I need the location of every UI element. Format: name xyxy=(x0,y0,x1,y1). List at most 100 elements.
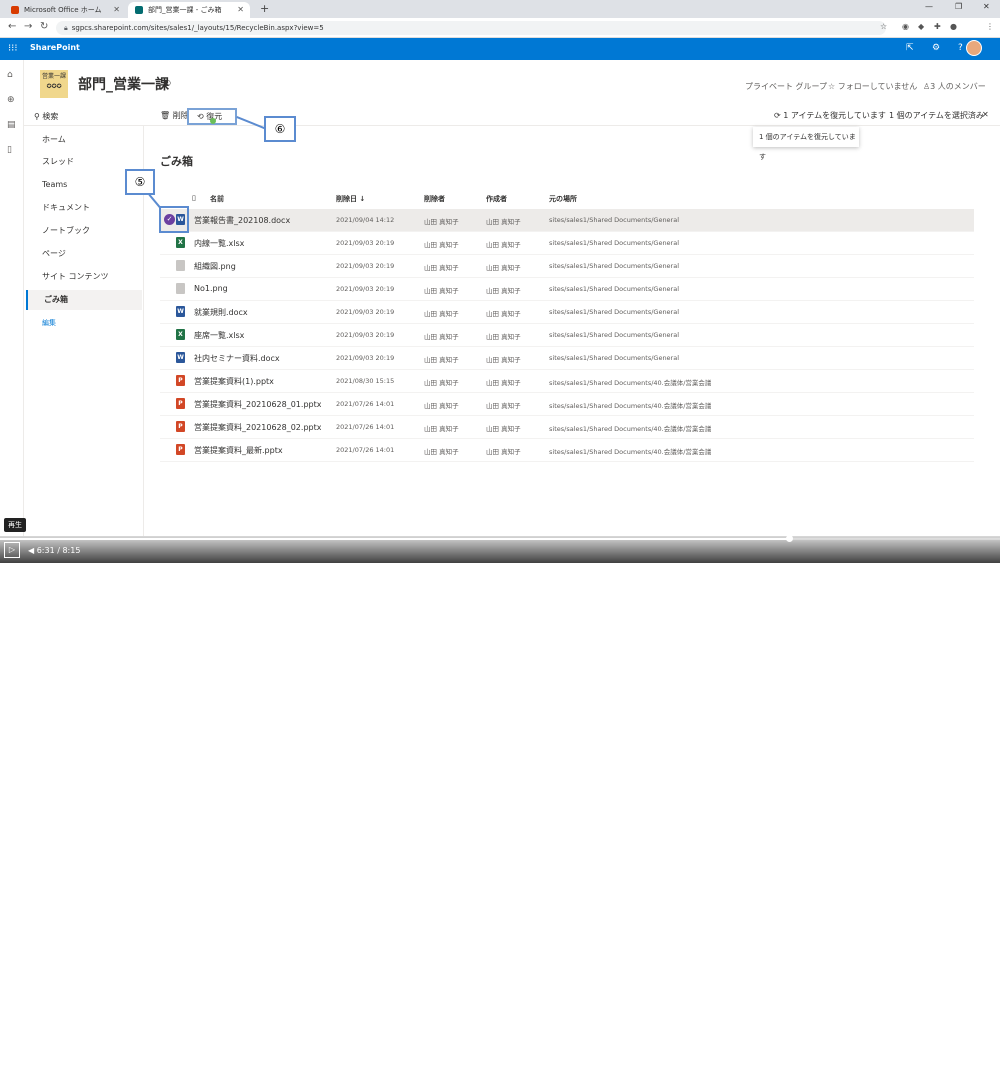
trash-icon: 🗑︎ xyxy=(160,111,173,120)
star-icon[interactable]: ☆ xyxy=(880,22,887,31)
home-icon[interactable]: ⌂ xyxy=(7,70,13,80)
close-window-button[interactable]: ✕ xyxy=(983,2,990,11)
nav-home[interactable]: ホーム xyxy=(26,130,142,150)
undo-icon: ⟲ xyxy=(197,112,207,121)
fullscreen-icon[interactable]: ⛶ xyxy=(984,1080,990,1090)
delete-button[interactable]: 🗑︎ 削除 xyxy=(160,110,189,121)
selection-status: 1 個のアイテムを選択済み xyxy=(889,111,984,120)
main-content: ごみ箱 ▯ 名前 削除日 ↓ 削除者 作成者 元の場所 ✓ W 営業報告書_2021… xyxy=(144,126,1000,536)
original-location: sites/sales1/Shared Documents/General xyxy=(549,354,680,362)
close-tab-icon[interactable]: ✕ xyxy=(113,2,120,18)
deleted-date: 2021/07/26 14:01 xyxy=(336,423,395,431)
user-avatar[interactable] xyxy=(966,40,982,56)
file-name[interactable]: 営業提案資料_20210628_02.pptx xyxy=(194,422,321,433)
pptx-file-icon: P xyxy=(176,421,185,432)
site-title[interactable]: 部門_営業一課 xyxy=(78,74,169,94)
file-name[interactable]: 就業規則.docx xyxy=(194,307,248,318)
puzzle-icon[interactable]: ✚ xyxy=(934,22,941,31)
xlsx-file-icon: X xyxy=(176,329,185,340)
author: 山田 真知子 xyxy=(486,379,521,387)
file-name[interactable]: 内線一覧.xlsx xyxy=(194,238,244,249)
file-name[interactable]: 営業提案資料_最新.pptx xyxy=(194,445,283,456)
file-name[interactable]: 営業報告書_202108.docx xyxy=(194,215,290,226)
table-row[interactable]: No1.png 2021/09/03 20:19 山田 真知子 山田 真知子 sites… xyxy=(160,278,974,301)
callout-step-5: ⑤ xyxy=(125,169,155,195)
reload-icon[interactable]: ↻ xyxy=(40,21,48,32)
table-row[interactable]: ✓ W 営業報告書_202108.docx 2021/09/04 14:12 山田 真知… xyxy=(160,209,974,232)
news-icon[interactable]: ▤ xyxy=(7,120,16,130)
nav-site-contents[interactable]: サイト コンテンツ xyxy=(26,267,142,287)
profile-icon[interactable]: ● xyxy=(950,22,957,31)
browser-tab-bar: Microsoft Office ホーム ✕ 部門_営業一課 - ごみ箱 ✕ +… xyxy=(0,0,1000,18)
follow-button[interactable]: ☆ フォローしていません xyxy=(828,81,917,92)
help-icon[interactable]: ? xyxy=(958,43,963,53)
clear-selection-icon[interactable]: ✕ xyxy=(982,110,989,119)
globe-icon[interactable]: ⊕ xyxy=(7,95,15,105)
nav-documents[interactable]: ドキュメント xyxy=(26,198,142,218)
file-name[interactable]: 組織図.png xyxy=(194,261,236,272)
original-location: sites/sales1/Shared Documents/40.会議体/営業会… xyxy=(549,448,712,456)
deleted-by: 山田 真知子 xyxy=(424,402,459,410)
app-launcher-icon[interactable]: ⁝⁝⁝ xyxy=(8,43,18,54)
deleted-by: 山田 真知子 xyxy=(424,425,459,433)
player-settings-icon[interactable]: ⚙ xyxy=(965,1080,973,1090)
members-button[interactable]: ♙3 人のメンバー xyxy=(923,81,986,92)
camera-icon[interactable]: ◉ xyxy=(902,22,909,31)
new-tab-button[interactable]: + xyxy=(260,2,269,15)
video-progress-bar[interactable] xyxy=(0,538,1000,540)
minimize-button[interactable]: — xyxy=(925,2,933,11)
sharepoint-brand[interactable]: SharePoint xyxy=(30,43,80,52)
xlsx-file-icon: X xyxy=(176,237,185,248)
table-row[interactable]: P 営業提案資料_20210628_01.pptx 2021/07/26 14:01… xyxy=(160,393,974,416)
settings-gear-icon[interactable]: ⚙ xyxy=(932,43,940,53)
file-name[interactable]: 営業提案資料(1).pptx xyxy=(194,376,274,387)
pptx-file-icon: P xyxy=(176,398,185,409)
maximize-button[interactable]: ❐ xyxy=(955,2,962,11)
url-field[interactable]: 🔒︎ sgpcs.sharepoint.com/sites/sales1/_lay… xyxy=(56,21,886,35)
browser-tab-sharepoint[interactable]: 部門_営業一課 - ごみ箱 ✕ xyxy=(128,2,250,18)
restoring-status: ⟳ 1 アイテムを復元しています xyxy=(774,111,886,120)
file-icon[interactable]: ▯ xyxy=(7,145,12,155)
deleted-date: 2021/09/03 20:19 xyxy=(336,285,395,293)
video-scrub-handle[interactable] xyxy=(786,535,793,542)
column-deleted-by[interactable]: 削除者 xyxy=(424,194,445,204)
close-tab-icon[interactable]: ✕ xyxy=(237,2,244,18)
table-row[interactable]: W 就業規則.docx 2021/09/03 20:19 山田 真知子 山田 真知子 si… xyxy=(160,301,974,324)
table-row[interactable]: 組織図.png 2021/09/03 20:19 山田 真知子 山田 真知子 sites… xyxy=(160,255,974,278)
browser-menu-icon[interactable]: ⋮ xyxy=(986,22,994,31)
column-author[interactable]: 作成者 xyxy=(486,194,507,204)
back-icon[interactable]: ← xyxy=(8,21,16,32)
author: 山田 真知子 xyxy=(486,448,521,456)
table-row[interactable]: X 内線一覧.xlsx 2021/09/03 20:19 山田 真知子 山田 真知子 si… xyxy=(160,232,974,255)
site-logo[interactable]: 営業一課 ✪✪✪ xyxy=(40,70,68,98)
table-row[interactable]: P 営業提案資料(1).pptx 2021/08/30 15:15 山田 真知子 山田 … xyxy=(160,370,974,393)
share-icon[interactable]: ⇱ xyxy=(906,43,914,53)
forward-icon[interactable]: → xyxy=(24,21,32,32)
nav-recycle-bin[interactable]: ごみ箱 xyxy=(26,290,142,310)
pptx-file-icon: P xyxy=(176,375,185,386)
table-row[interactable]: P 営業提案資料_20210628_02.pptx 2021/07/26 14:01… xyxy=(160,416,974,439)
column-name[interactable]: 名前 xyxy=(210,194,224,204)
table-row[interactable]: W 社内セミナー資料.docx 2021/09/03 20:19 山田 真知子 山田 真… xyxy=(160,347,974,370)
file-name[interactable]: 社内セミナー資料.docx xyxy=(194,353,280,364)
file-name[interactable]: 営業提案資料_20210628_01.pptx xyxy=(194,399,321,410)
column-original-location[interactable]: 元の場所 xyxy=(549,194,577,204)
extension-icon[interactable]: ◆ xyxy=(918,22,924,31)
deleted-date: 2021/08/30 15:15 xyxy=(336,377,395,385)
original-location: sites/sales1/Shared Documents/General xyxy=(549,331,680,339)
search-box[interactable]: ⚲ 検索 xyxy=(34,111,58,122)
nav-pages[interactable]: ページ xyxy=(26,244,142,264)
file-name[interactable]: No1.png xyxy=(194,284,228,293)
volume-icon[interactable]: ◀ xyxy=(28,546,37,555)
file-name[interactable]: 座席一覧.xlsx xyxy=(194,330,244,341)
browser-tab-office[interactable]: Microsoft Office ホーム ✕ xyxy=(4,2,126,18)
deleted-by: 山田 真知子 xyxy=(424,448,459,456)
table-row[interactable]: P 営業提案資料_最新.pptx 2021/07/26 14:01 山田 真知子 山田 … xyxy=(160,439,974,462)
original-location: sites/sales1/Shared Documents/40.会議体/営業会… xyxy=(549,402,712,410)
column-deleted-date[interactable]: 削除日 ↓ xyxy=(336,194,365,204)
play-button[interactable]: ▷ xyxy=(4,542,20,558)
table-row[interactable]: X 座席一覧.xlsx 2021/09/03 20:19 山田 真知子 山田 真知子 si… xyxy=(160,324,974,347)
nav-edit[interactable]: 編集 xyxy=(26,313,142,333)
author: 山田 真知子 xyxy=(486,402,521,410)
nav-notebook[interactable]: ノートブック xyxy=(26,221,142,241)
